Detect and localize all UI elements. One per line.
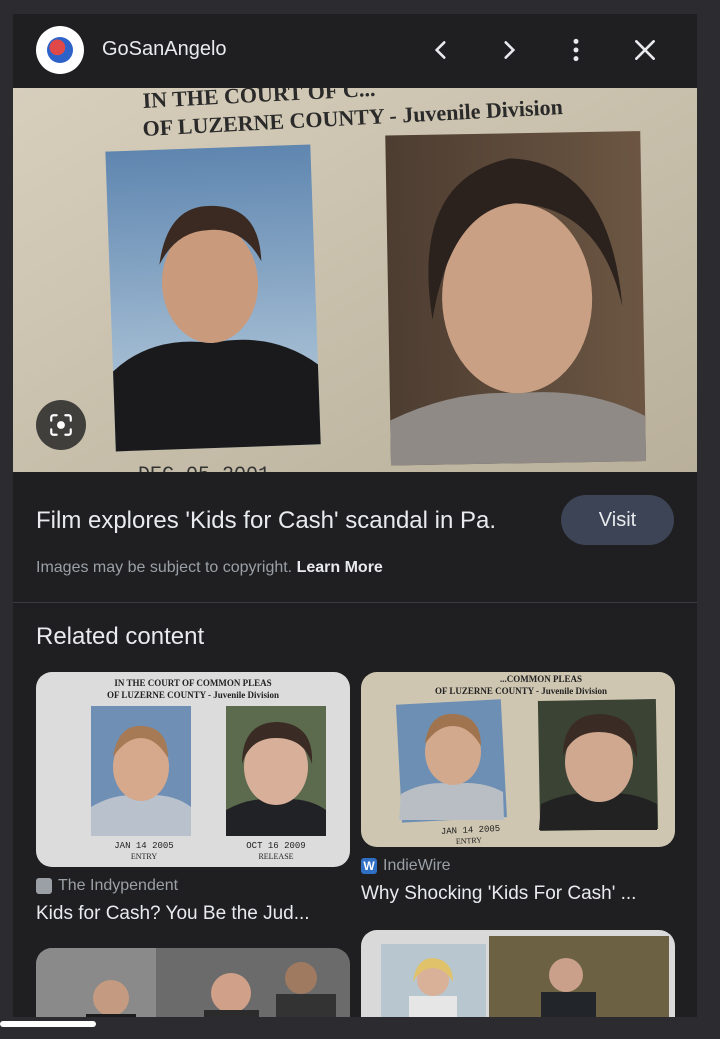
thumb-caption-line1: ...COMMON PLEAS — [500, 674, 582, 684]
thumb-entry-label: ENTRY — [456, 836, 483, 846]
thumb-release-label: RELEASE — [258, 852, 293, 861]
related-thumbnail[interactable] — [36, 948, 350, 1017]
divider — [13, 602, 697, 603]
related-item-indypendent[interactable]: IN THE COURT OF COMMON PLEAS OF LUZERNE … — [36, 672, 350, 932]
site-logo-mark — [47, 37, 73, 63]
related-source-label: The Indypendent — [58, 877, 179, 894]
main-image-art: IN THE COURT OF C... OF LUZERNE COUNTY -… — [13, 88, 697, 472]
related-item-indiewire[interactable]: ...COMMON PLEAS OF LUZERNE COUNTY - Juve… — [361, 672, 675, 912]
viewer-header: GoSanAngelo — [13, 14, 697, 88]
related-thumbnail[interactable]: IN THE COURT OF COMMON PLEAS OF LUZERNE … — [36, 672, 350, 867]
site-name[interactable]: GoSanAngelo — [102, 38, 227, 61]
indiewire-favicon: W — [361, 858, 377, 874]
related-thumbnail-art — [361, 930, 675, 1017]
back-icon[interactable] — [423, 32, 459, 68]
thumb-entry-date: JAN 14 2005 — [114, 841, 173, 851]
hero-date: DEC 05 2001 — [138, 464, 270, 472]
lens-search-button[interactable] — [36, 400, 86, 450]
indypendent-favicon — [36, 878, 52, 894]
related-thumbnail[interactable] — [361, 930, 675, 1017]
more-vert-icon[interactable] — [558, 32, 594, 68]
thumb-release-date: OCT 16 2009 — [246, 841, 305, 851]
related-source: The Indypendent — [36, 877, 178, 895]
main-image[interactable]: IN THE COURT OF C... OF LUZERNE COUNTY -… — [13, 88, 697, 472]
close-icon[interactable] — [627, 32, 663, 68]
image-viewer-panel: GoSanAngelo IN THE COURT OF C... OF LUZE… — [13, 14, 697, 1017]
thumb-caption-line1: IN THE COURT OF COMMON PLEAS — [114, 678, 271, 688]
related-item-4[interactable] — [361, 930, 675, 1017]
related-content-heading: Related content — [36, 623, 205, 650]
related-thumbnail-art: ...COMMON PLEAS OF LUZERNE COUNTY - Juve… — [361, 672, 675, 847]
image-title[interactable]: Film explores 'Kids for Cash' scandal in… — [36, 507, 496, 535]
related-source-label: IndieWire — [383, 857, 451, 874]
home-indicator[interactable] — [0, 1021, 96, 1027]
thumb-caption-line2: OF LUZERNE COUNTY - Juvenile Division — [107, 690, 279, 700]
related-thumbnail[interactable]: ...COMMON PLEAS OF LUZERNE COUNTY - Juve… — [361, 672, 675, 847]
related-thumbnail-art: IN THE COURT OF COMMON PLEAS OF LUZERNE … — [36, 672, 350, 867]
copyright-text: Images may be subject to copyright. — [36, 559, 293, 576]
forward-icon[interactable] — [491, 32, 527, 68]
related-title[interactable]: Kids for Cash? You Be the Jud... — [36, 903, 350, 925]
related-title[interactable]: Why Shocking 'Kids For Cash' ... — [361, 883, 675, 905]
lens-icon — [50, 414, 72, 436]
visit-button[interactable]: Visit — [561, 495, 674, 545]
related-item-3[interactable] — [36, 948, 350, 1017]
related-source: W IndieWire — [361, 857, 451, 875]
copyright-notice: Images may be subject to copyright. Lear… — [36, 559, 383, 577]
thumb-entry-label: ENTRY — [131, 852, 157, 861]
related-thumbnail-art — [36, 948, 350, 1017]
learn-more-link[interactable]: Learn More — [297, 559, 383, 576]
site-logo[interactable] — [36, 26, 84, 74]
thumb-caption-line2: OF LUZERNE COUNTY - Juvenile Division — [435, 686, 607, 696]
